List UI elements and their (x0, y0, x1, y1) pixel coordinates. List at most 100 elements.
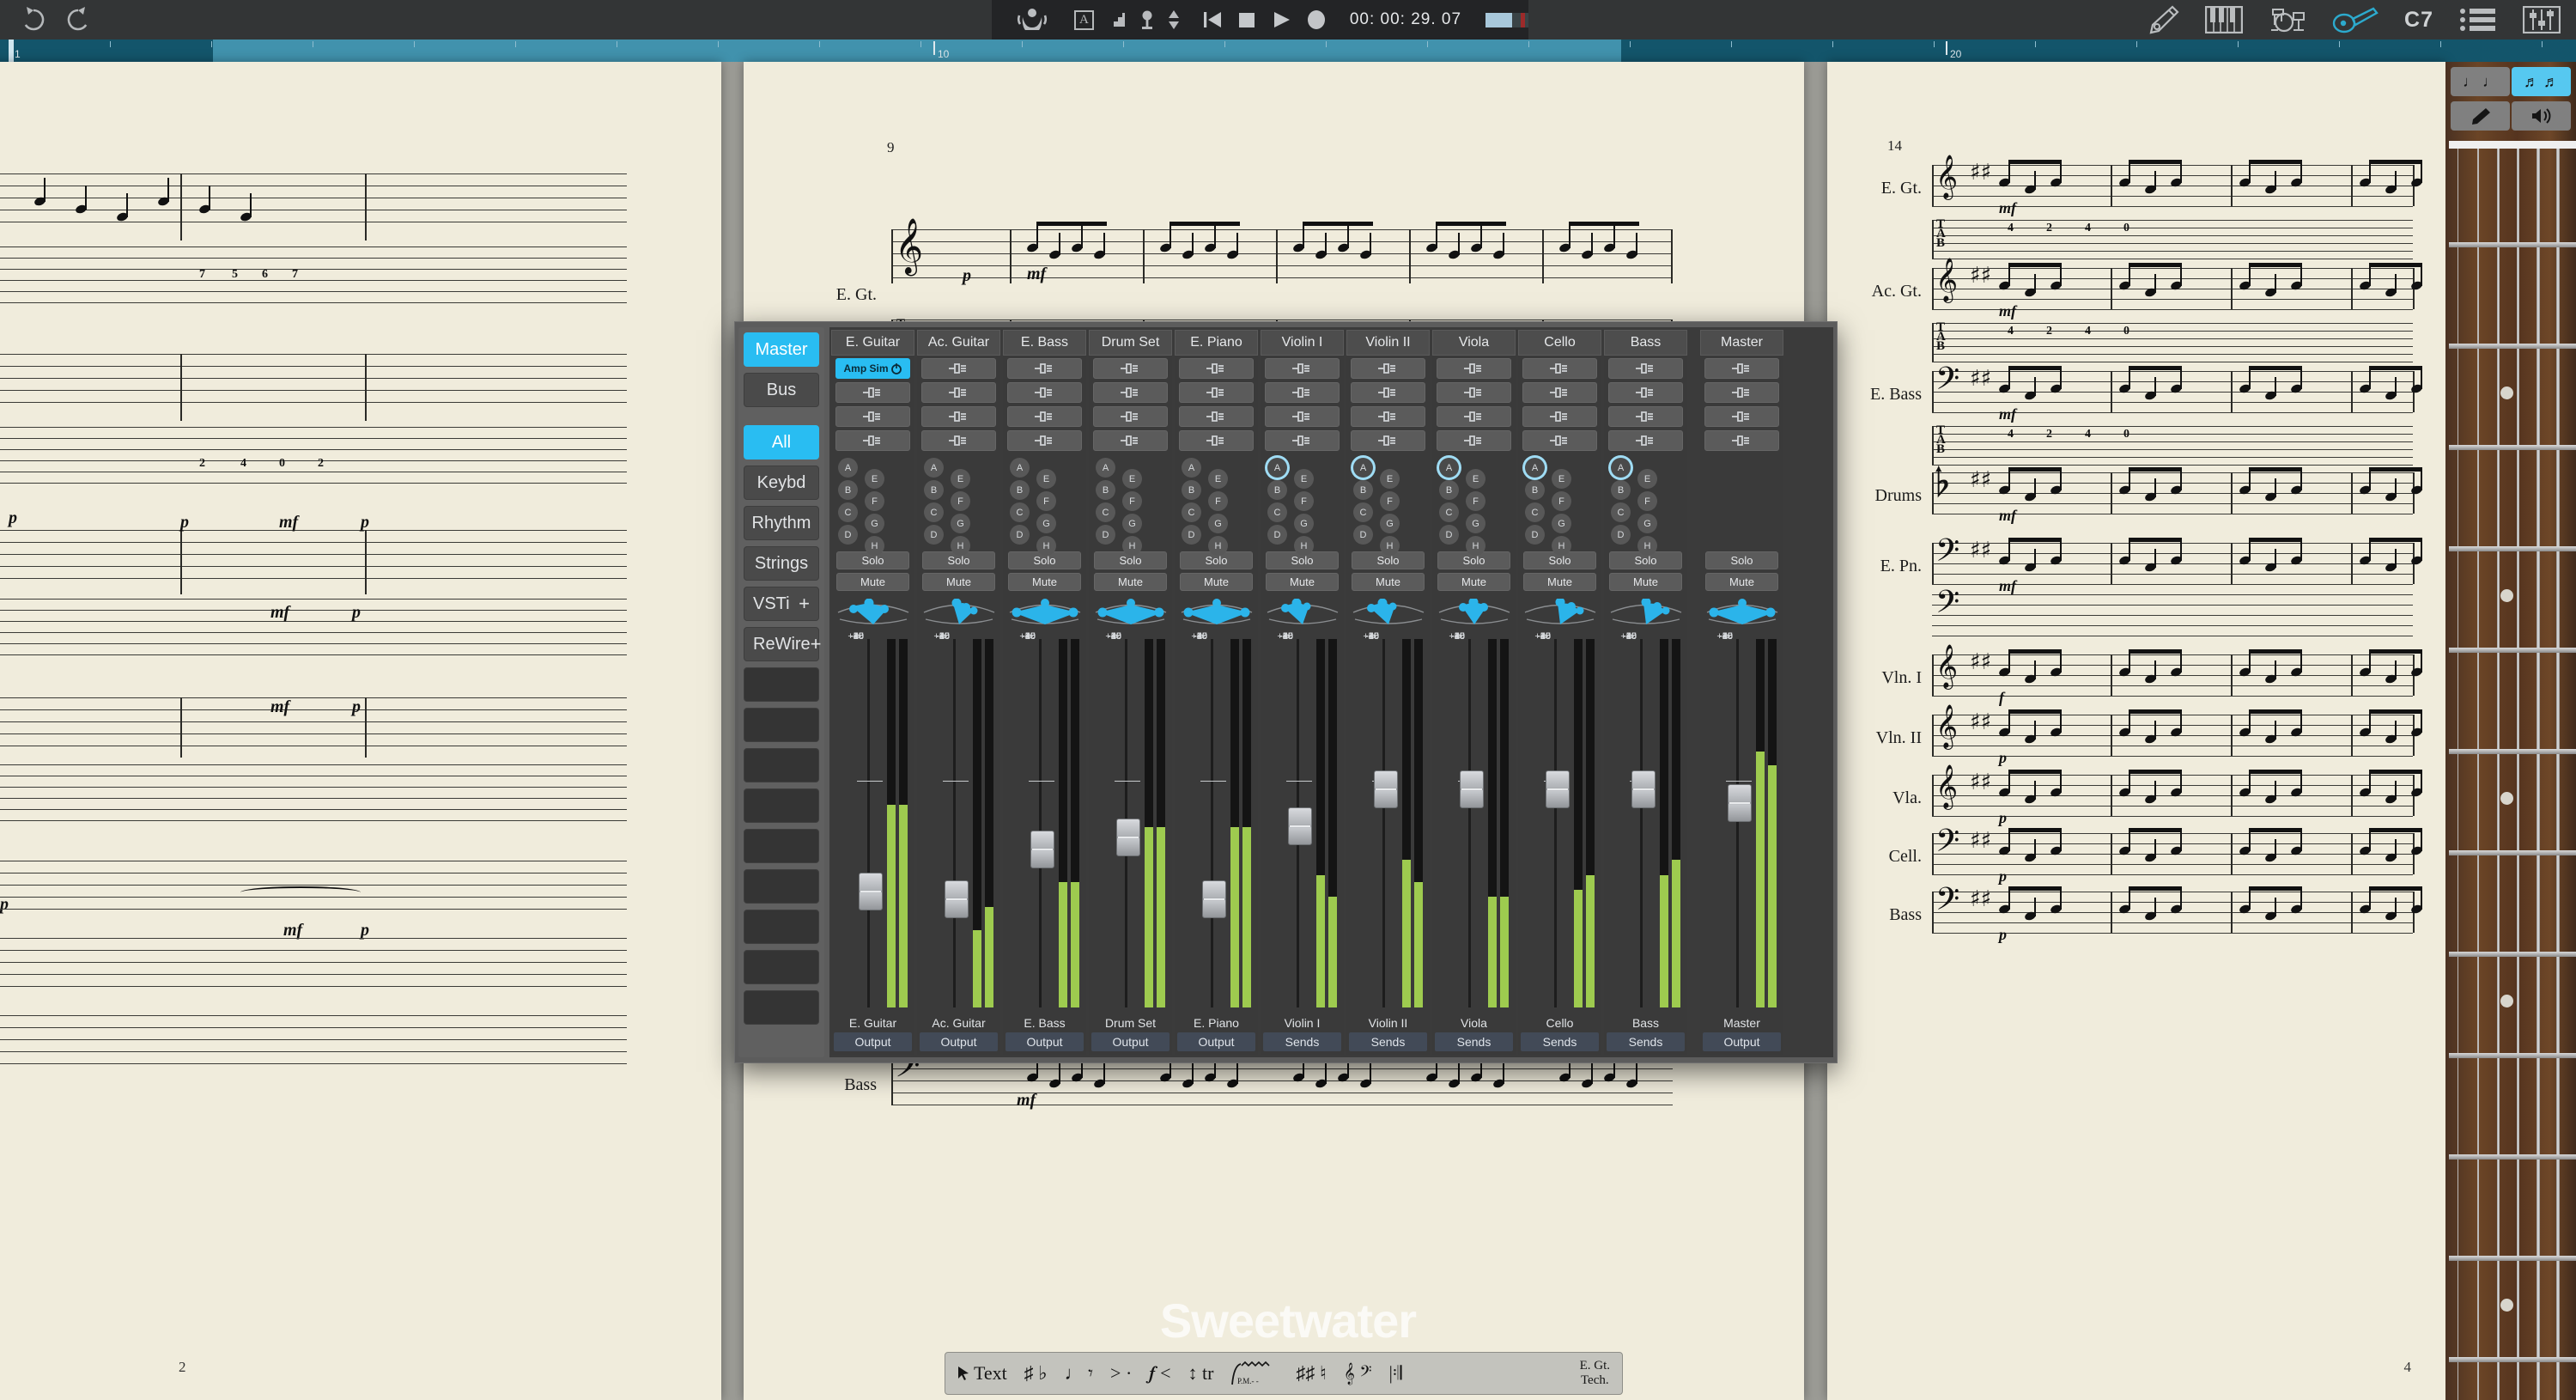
mute-button[interactable]: Mute (922, 573, 995, 591)
bus-button-b[interactable]: B (1353, 480, 1373, 500)
fader-track[interactable] (1640, 639, 1643, 1007)
tab-staff[interactable] (1932, 220, 2413, 259)
output-routing-button[interactable]: Sends (1607, 1032, 1685, 1051)
bus-button-e[interactable]: E (951, 469, 970, 489)
sidebar-item-rhythm[interactable]: Rhythm (744, 506, 819, 540)
plus-icon[interactable]: + (811, 633, 822, 655)
guitar-string[interactable] (2537, 141, 2540, 1400)
bus-button-a[interactable]: A (1611, 458, 1631, 478)
tab-number[interactable]: 4 (240, 457, 246, 471)
insert-slot[interactable] (1093, 430, 1168, 451)
tab-number[interactable]: 2 (2046, 428, 2052, 441)
insert-slot[interactable] (835, 430, 910, 451)
mute-button[interactable]: Mute (1523, 573, 1596, 591)
insert-slot[interactable] (1608, 382, 1683, 403)
meter-clip-indicator[interactable] (1328, 639, 1337, 647)
bus-button-c[interactable]: C (1439, 502, 1459, 522)
meter-clip-indicator[interactable] (1414, 639, 1423, 647)
volume-fader[interactable] (1202, 880, 1226, 918)
dynamic-marking[interactable]: mf (1999, 405, 2016, 423)
bus-button-e[interactable]: E (865, 469, 884, 489)
channel-strip[interactable]: E. Guitar Amp Sim A B C D E F G H Solo Mute +10 +5 0 -5… (831, 330, 914, 1055)
insert-slot[interactable] (1265, 430, 1340, 451)
volume-fader[interactable] (1374, 770, 1398, 809)
step-tool-icon[interactable] (1108, 11, 1127, 28)
dynamic-marking[interactable]: p (9, 508, 17, 528)
insert-slot[interactable] (1007, 430, 1082, 451)
tab-staff[interactable] (0, 247, 627, 303)
insert-slot[interactable] (1179, 358, 1254, 379)
tab-number[interactable]: 6 (262, 268, 268, 282)
channel-name-button[interactable]: Violin I (1261, 330, 1344, 356)
fretboard-strings[interactable] (2445, 141, 2576, 1400)
guitar-icon[interactable] (2332, 6, 2379, 33)
tab-number[interactable]: 0 (2123, 222, 2129, 235)
volume-fader[interactable] (1030, 830, 1054, 868)
sidebar-item-keybd[interactable]: Keybd (744, 466, 819, 500)
channel-name-button[interactable]: Cello (1518, 330, 1601, 356)
bus-button-c[interactable]: C (838, 502, 858, 522)
meter-clip-indicator[interactable] (1756, 639, 1765, 647)
bus-button-a[interactable]: A (1010, 458, 1030, 478)
bus-button-h[interactable]: H (1208, 536, 1228, 556)
volume-fader[interactable] (1546, 770, 1570, 809)
bus-button-b[interactable]: B (1267, 480, 1287, 500)
fader-track[interactable] (1382, 639, 1385, 1007)
insert-slot[interactable] (1351, 406, 1425, 427)
tab-number[interactable]: 7 (199, 268, 205, 282)
pan-control[interactable] (1518, 594, 1601, 630)
bus-button-g[interactable]: G (1122, 514, 1142, 533)
pan-control[interactable] (1089, 594, 1172, 630)
undo-arrow-icon[interactable] (19, 5, 48, 34)
dynamic-marking[interactable]: p (180, 513, 189, 533)
fader-track[interactable] (953, 639, 956, 1007)
mute-button[interactable]: Mute (1609, 573, 1682, 591)
channel-name-button[interactable]: Ac. Guitar (917, 330, 1000, 356)
fader-track[interactable] (1468, 639, 1471, 1007)
meter-clip-indicator[interactable] (1230, 639, 1239, 647)
bus-button-a[interactable]: A (1096, 458, 1115, 478)
insert-slot[interactable] (1608, 430, 1683, 451)
tab-number[interactable]: 2 (2046, 222, 2052, 235)
channel-name-button[interactable]: Bass (1604, 330, 1687, 356)
dynamic-marking[interactable]: p (352, 697, 361, 717)
sidebar-item-rewire[interactable]: ReWire + (744, 627, 822, 661)
dynamic-marking[interactable]: mf (279, 513, 298, 533)
meter-clip-indicator[interactable] (1500, 639, 1509, 647)
bus-button-d[interactable]: D (1611, 525, 1631, 545)
chord-values-button[interactable]: ♬ ♬ (2512, 67, 2571, 96)
tab-staff[interactable] (1932, 323, 2413, 362)
insert-slot[interactable] (1704, 358, 1779, 379)
sidebar-item-all[interactable]: All (744, 425, 819, 460)
playhead[interactable] (9, 40, 14, 62)
volume-fader[interactable] (859, 872, 883, 910)
bus-button-f[interactable]: F (1294, 491, 1314, 511)
insert-slot[interactable] (1522, 430, 1597, 451)
insert-slot[interactable] (921, 382, 996, 403)
bus-button-g[interactable]: G (865, 514, 884, 533)
bus-button-g[interactable]: G (1208, 514, 1228, 533)
tab-number[interactable]: 4 (2085, 428, 2091, 441)
bus-button-d[interactable]: D (1525, 525, 1545, 545)
insert-slot[interactable] (1437, 430, 1511, 451)
bus-button-g[interactable]: G (1380, 514, 1400, 533)
score-page-right[interactable]: 14 E. Gt. 𝄞 ♯♯ T A B 4 2 4 0 mf Ac. Gt. 𝄞 ♯♯ T A B 4 2 4 0 mf… (1827, 62, 2445, 1400)
dynamic-marking[interactable]: mf (270, 697, 289, 717)
pencil-tool-button[interactable] (2451, 101, 2510, 131)
insert-slot[interactable] (1179, 382, 1254, 403)
bus-button-h[interactable]: H (1036, 536, 1056, 556)
sidebar-empty-slot[interactable] (744, 950, 819, 984)
channel-name-button[interactable]: E. Bass (1003, 330, 1086, 356)
dynamic-marking[interactable]: p (1999, 749, 2007, 767)
mute-button[interactable]: Mute (1180, 573, 1253, 591)
bus-button-e[interactable]: E (1294, 469, 1314, 489)
bus-button-e[interactable]: E (1380, 469, 1400, 489)
bus-button-b[interactable]: B (1439, 480, 1459, 500)
notation-staff[interactable] (0, 173, 627, 222)
mute-button[interactable]: Mute (1705, 573, 1778, 591)
bus-button-h[interactable]: H (1466, 536, 1485, 556)
score-workspace[interactable]: 7 5 6 7 2 4 0 2 p p mf p mf p mf p p mf p 2 9 E. Gt. 𝄞 TAB 4 0… (0, 62, 2576, 1400)
insert-slot[interactable] (1007, 358, 1082, 379)
volume-fader[interactable] (1288, 807, 1312, 845)
notation-staff[interactable] (0, 697, 627, 746)
